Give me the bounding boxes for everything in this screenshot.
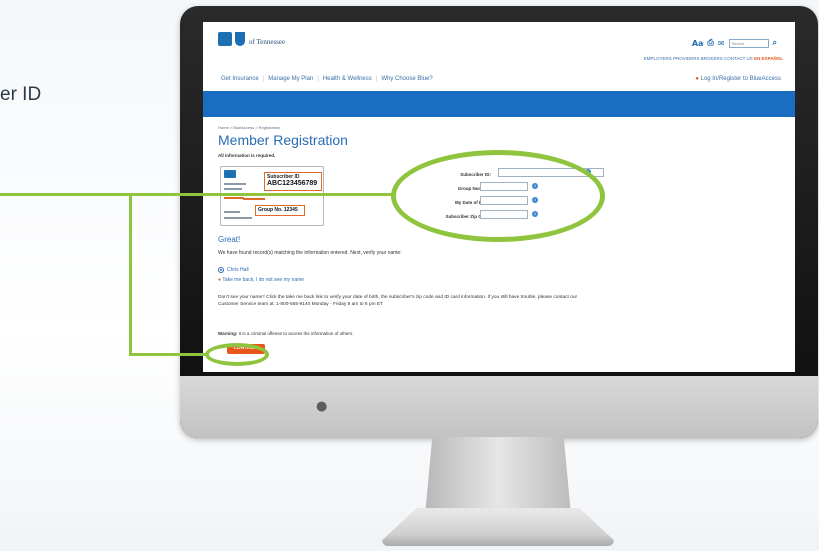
card-subscriber-value: ABC123456789 xyxy=(267,180,318,187)
search-icon[interactable]: ⌕ xyxy=(773,38,777,48)
help-text: Don't see your name? Click the take me b… xyxy=(218,295,578,307)
connector-line xyxy=(0,193,393,196)
bullet-icon: ● xyxy=(218,277,222,283)
apple-logo-icon: ● xyxy=(316,399,328,414)
name-radio-label: Chris Hall xyxy=(227,267,249,273)
card-text-line xyxy=(224,197,244,199)
connector-line xyxy=(129,193,132,355)
login-bullet-icon: ● xyxy=(695,76,699,82)
bcbs-logo[interactable]: of Tennessee xyxy=(218,32,285,46)
great-heading: Great! xyxy=(218,235,241,244)
utility-links-text[interactable]: EMPLOYERS PROVIDERS BROKERS CONTACT US xyxy=(644,56,753,61)
card-callout-line xyxy=(243,198,265,200)
page-title: Member Registration xyxy=(218,132,348,148)
text-size-icon[interactable]: Aa xyxy=(692,39,704,48)
nav-why-choose-blue[interactable]: Why Choose Blue? xyxy=(381,76,432,82)
connector-line xyxy=(129,353,207,356)
logo-text: of Tennessee xyxy=(249,38,286,46)
search-input[interactable]: Search xyxy=(728,38,769,48)
card-logo-icon xyxy=(224,170,236,178)
side-caption: er ID xyxy=(0,84,42,105)
take-me-back-link[interactable]: ● Take me back, I do not see my name xyxy=(218,277,304,283)
card-text-line xyxy=(224,217,252,219)
main-nav: Get Insurance | Manage My Plan | Health … xyxy=(221,76,433,82)
hero-band xyxy=(203,91,795,117)
warning-label: Warning: xyxy=(218,331,238,336)
espanol-link[interactable]: EN ESPAÑOL xyxy=(754,56,783,61)
utility-links: EMPLOYERS PROVIDERS BROKERS CONTACT US E… xyxy=(644,56,783,61)
warning-note: Warning: It is a criminal offense to acc… xyxy=(218,331,353,336)
card-text-line xyxy=(224,183,246,185)
blue-cross-icon xyxy=(218,32,232,46)
nav-separator: | xyxy=(262,76,265,82)
required-note: All information is required. xyxy=(218,153,276,158)
found-records-text: We have found record(s) matching the inf… xyxy=(218,250,402,256)
blue-shield-icon xyxy=(235,32,245,46)
card-text-line xyxy=(224,188,242,190)
card-text-line xyxy=(224,211,240,213)
print-icon[interactable]: ⎙ xyxy=(707,38,713,48)
login-link[interactable]: ● Log In/Register to BlueAccess xyxy=(695,76,781,82)
nav-separator: | xyxy=(317,76,319,82)
nav-get-insurance[interactable]: Get Insurance xyxy=(221,76,259,82)
monitor-stand-base xyxy=(382,508,614,546)
form-highlight-ellipse xyxy=(391,150,605,242)
warning-text: It is a criminal offense to access the i… xyxy=(238,331,354,336)
card-subscriber-callout: Subscriber ID ABC123456789 xyxy=(264,172,322,191)
utility-toolbar: Aa ⎙ ✉ Search ⌕ xyxy=(692,38,777,48)
id-card-illustration: Subscriber ID ABC123456789 Group No. 123… xyxy=(220,166,324,226)
mail-icon[interactable]: ✉ xyxy=(718,39,725,48)
monitor-chin xyxy=(180,376,818,438)
nav-health-wellness[interactable]: Health & Wellness xyxy=(323,76,372,82)
nav-manage-my-plan[interactable]: Manage My Plan xyxy=(268,76,313,82)
login-link-text: Log In/Register to BlueAccess xyxy=(700,76,781,82)
breadcrumb[interactable]: Home > BlueAccess > Registration xyxy=(218,125,280,130)
monitor-stand-neck xyxy=(425,437,571,515)
card-group-callout: Group No. 12345 xyxy=(255,205,305,216)
name-radio[interactable] xyxy=(218,267,224,273)
name-option[interactable]: Chris Hall xyxy=(218,267,249,273)
take-me-back-text: Take me back, I do not see my name xyxy=(222,277,305,283)
continue-highlight-ellipse xyxy=(205,343,269,366)
nav-separator: | xyxy=(375,76,378,82)
